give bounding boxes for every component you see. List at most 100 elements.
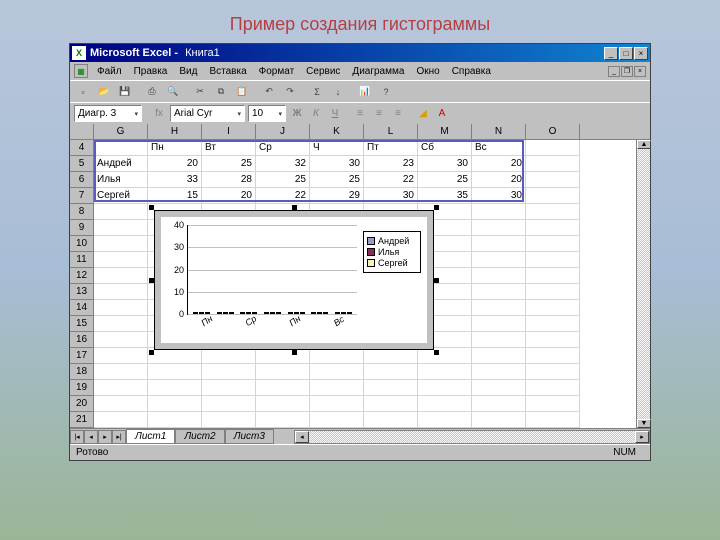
- bold-button[interactable]: Ж: [289, 106, 305, 122]
- cell[interactable]: [418, 396, 472, 412]
- cell[interactable]: [148, 380, 202, 396]
- cell[interactable]: [94, 204, 148, 220]
- cell[interactable]: [310, 396, 364, 412]
- cell[interactable]: [526, 364, 580, 380]
- row-header[interactable]: 15: [70, 316, 94, 332]
- row-header[interactable]: 11: [70, 252, 94, 268]
- cell[interactable]: [148, 364, 202, 380]
- cell[interactable]: 20: [472, 172, 526, 188]
- cell[interactable]: 22: [256, 188, 310, 204]
- cell[interactable]: [94, 268, 148, 284]
- tab-nav-next[interactable]: ▸: [98, 430, 112, 444]
- cell[interactable]: Андрей: [94, 156, 148, 172]
- cell[interactable]: [94, 236, 148, 252]
- cell[interactable]: [148, 348, 202, 364]
- close-button[interactable]: ×: [634, 47, 648, 60]
- cell[interactable]: [256, 380, 310, 396]
- cell[interactable]: [94, 220, 148, 236]
- cell[interactable]: [526, 380, 580, 396]
- cell[interactable]: 15: [148, 188, 202, 204]
- workbook-icon[interactable]: ▦: [74, 64, 88, 78]
- tab-nav-last[interactable]: ▸|: [112, 430, 126, 444]
- worksheet-grid[interactable]: GHIJKLMNO 456789101112131415161718192021…: [70, 124, 650, 428]
- row-header[interactable]: 18: [70, 364, 94, 380]
- cell[interactable]: [472, 412, 526, 428]
- cell[interactable]: [94, 332, 148, 348]
- scroll-up-icon[interactable]: ▲: [637, 140, 651, 149]
- cell[interactable]: [526, 396, 580, 412]
- cell[interactable]: [418, 412, 472, 428]
- cell[interactable]: [418, 348, 472, 364]
- cell[interactable]: [526, 348, 580, 364]
- row-header[interactable]: 5: [70, 156, 94, 172]
- bar[interactable]: [193, 312, 198, 314]
- cell[interactable]: [526, 268, 580, 284]
- cell[interactable]: [256, 348, 310, 364]
- cell[interactable]: [364, 412, 418, 428]
- preview-icon[interactable]: 🔍: [164, 83, 182, 101]
- cell[interactable]: 25: [418, 172, 472, 188]
- cell[interactable]: [364, 364, 418, 380]
- scroll-down-icon[interactable]: ▼: [637, 419, 651, 428]
- help-icon[interactable]: ?: [377, 83, 395, 101]
- column-header[interactable]: O: [526, 124, 580, 139]
- cell[interactable]: [472, 204, 526, 220]
- sum-icon[interactable]: Σ: [308, 83, 326, 101]
- cell[interactable]: [526, 188, 580, 204]
- tab-nav-prev[interactable]: ◂: [84, 430, 98, 444]
- cell[interactable]: 20: [148, 156, 202, 172]
- align-right-icon[interactable]: ≡: [390, 106, 406, 122]
- cell[interactable]: [526, 284, 580, 300]
- cell[interactable]: 20: [202, 188, 256, 204]
- cell[interactable]: [94, 284, 148, 300]
- row-header[interactable]: 10: [70, 236, 94, 252]
- menu-tools[interactable]: Сервис: [301, 65, 345, 78]
- sheet-tab-1[interactable]: Лист1: [126, 429, 175, 444]
- copy-icon[interactable]: ⧉: [212, 83, 230, 101]
- cell[interactable]: [526, 156, 580, 172]
- menu-help[interactable]: Справка: [447, 65, 496, 78]
- cell[interactable]: [472, 332, 526, 348]
- row-header[interactable]: 12: [70, 268, 94, 284]
- row-header[interactable]: 7: [70, 188, 94, 204]
- cell[interactable]: [310, 348, 364, 364]
- cell[interactable]: [472, 300, 526, 316]
- cell[interactable]: [418, 364, 472, 380]
- cell[interactable]: [256, 396, 310, 412]
- row-header[interactable]: 21: [70, 412, 94, 428]
- cell[interactable]: 20: [472, 156, 526, 172]
- scroll-left-icon[interactable]: ◂: [295, 431, 309, 443]
- cell[interactable]: [472, 380, 526, 396]
- sort-icon[interactable]: ↓: [329, 83, 347, 101]
- cell[interactable]: [94, 316, 148, 332]
- bar[interactable]: [347, 312, 352, 314]
- align-center-icon[interactable]: ≡: [371, 106, 387, 122]
- menu-chart[interactable]: Диаграмма: [347, 65, 409, 78]
- row-header[interactable]: 13: [70, 284, 94, 300]
- cell[interactable]: [526, 300, 580, 316]
- cell[interactable]: Вт: [202, 140, 256, 156]
- fill-color-icon[interactable]: ◢: [415, 106, 431, 122]
- maximize-button[interactable]: □: [619, 47, 633, 60]
- row-header[interactable]: 8: [70, 204, 94, 220]
- bar[interactable]: [311, 312, 316, 314]
- bar[interactable]: [276, 312, 281, 314]
- cell[interactable]: 23: [364, 156, 418, 172]
- bar[interactable]: [270, 312, 275, 314]
- column-header[interactable]: M: [418, 124, 472, 139]
- cell[interactable]: [526, 172, 580, 188]
- embedded-chart[interactable]: 010203040ПнСрПнВсАндрейИльяСергей: [154, 210, 434, 350]
- row-header[interactable]: 14: [70, 300, 94, 316]
- chart-plot-area[interactable]: 010203040ПнСрПнВсАндрейИльяСергей: [161, 217, 427, 343]
- column-header[interactable]: I: [202, 124, 256, 139]
- cell[interactable]: [526, 252, 580, 268]
- cell[interactable]: Вс: [472, 140, 526, 156]
- cell[interactable]: [256, 412, 310, 428]
- cell[interactable]: 30: [472, 188, 526, 204]
- cell[interactable]: [526, 316, 580, 332]
- cell[interactable]: [310, 412, 364, 428]
- cell[interactable]: [526, 236, 580, 252]
- cell[interactable]: [94, 396, 148, 412]
- cell[interactable]: Сб: [418, 140, 472, 156]
- bar[interactable]: [264, 312, 269, 314]
